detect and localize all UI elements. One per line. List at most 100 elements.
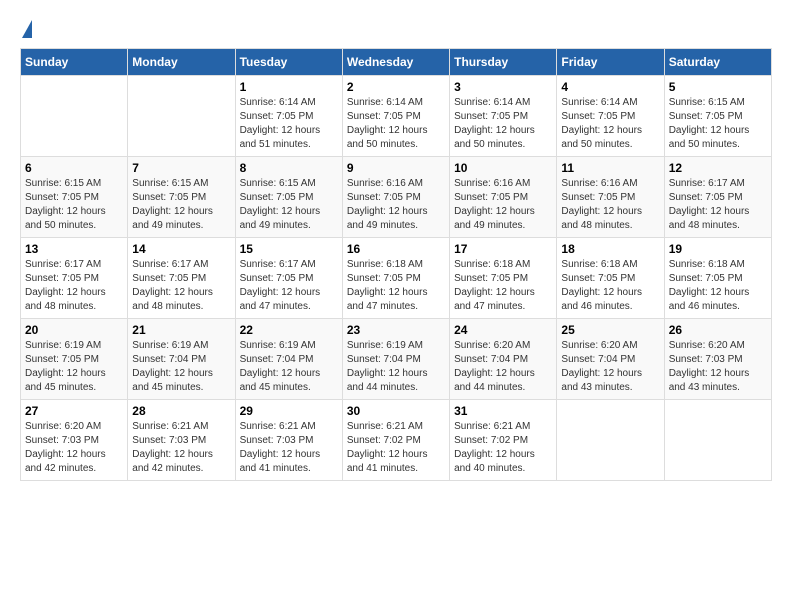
- day-number: 20: [25, 323, 123, 337]
- calendar-cell: 13Sunrise: 6:17 AMSunset: 7:05 PMDayligh…: [21, 238, 128, 319]
- day-info: Sunrise: 6:19 AMSunset: 7:05 PMDaylight:…: [25, 339, 123, 395]
- day-number: 28: [132, 404, 230, 418]
- calendar-table: SundayMondayTuesdayWednesdayThursdayFrid…: [20, 48, 772, 481]
- calendar-cell: 6 Sunrise: 6:15 AMSunset: 7:05 PMDaylight…: [21, 157, 128, 238]
- calendar-cell: 4Sunrise: 6:14 AMSunset: 7:05 PMDaylight…: [557, 76, 664, 157]
- day-number: 18: [561, 242, 659, 256]
- calendar-cell: 12Sunrise: 6:17 AMSunset: 7:05 PMDayligh…: [664, 157, 771, 238]
- calendar-cell: 2 Sunrise: 6:14 AMSunset: 7:05 PMDaylight…: [342, 76, 449, 157]
- day-number: 3: [454, 80, 552, 94]
- day-info: Sunrise: 6:19 AMSunset: 7:04 PMDaylight:…: [347, 339, 445, 395]
- day-info: Sunrise: 6:17 AMSunset: 7:05 PMDaylight:…: [132, 258, 230, 314]
- weekday-header: Tuesday: [235, 49, 342, 76]
- day-info: Sunrise: 6:21 AMSunset: 7:03 PMDaylight:…: [132, 420, 230, 476]
- day-number: 11: [561, 161, 659, 175]
- day-info: Sunrise: 6:21 AMSunset: 7:02 PMDaylight:…: [347, 420, 445, 476]
- calendar-cell: 16 Sunrise: 6:18 AMSunset: 7:05 PMDayligh…: [342, 238, 449, 319]
- day-number: 26: [669, 323, 767, 337]
- day-info: Sunrise: 6:17 AMSunset: 7:05 PMDaylight:…: [240, 258, 338, 314]
- calendar-cell: [128, 76, 235, 157]
- day-number: 2: [347, 80, 445, 94]
- calendar-cell: 15 Sunrise: 6:17 AMSunset: 7:05 PMDayligh…: [235, 238, 342, 319]
- calendar-cell: 24 Sunrise: 6:20 AMSunset: 7:04 PMDayligh…: [450, 319, 557, 400]
- day-number: 5: [669, 80, 767, 94]
- calendar-cell: 14 Sunrise: 6:17 AMSunset: 7:05 PMDayligh…: [128, 238, 235, 319]
- calendar-week-row: 13Sunrise: 6:17 AMSunset: 7:05 PMDayligh…: [21, 238, 772, 319]
- calendar-cell: 25 Sunrise: 6:20 AMSunset: 7:04 PMDayligh…: [557, 319, 664, 400]
- day-number: 16: [347, 242, 445, 256]
- weekday-header: Thursday: [450, 49, 557, 76]
- day-info: Sunrise: 6:20 AMSunset: 7:04 PMDaylight:…: [561, 339, 659, 395]
- day-info: Sunrise: 6:20 AMSunset: 7:04 PMDaylight:…: [454, 339, 552, 395]
- day-info: Sunrise: 6:18 AMSunset: 7:05 PMDaylight:…: [347, 258, 445, 314]
- day-info: Sunrise: 6:15 AMSunset: 7:05 PMDaylight:…: [240, 177, 338, 233]
- day-number: 23: [347, 323, 445, 337]
- calendar-cell: 7 Sunrise: 6:15 AMSunset: 7:05 PMDaylight…: [128, 157, 235, 238]
- day-number: 25: [561, 323, 659, 337]
- day-number: 24: [454, 323, 552, 337]
- day-info: Sunrise: 6:14 AMSunset: 7:05 PMDaylight:…: [240, 96, 338, 152]
- calendar-cell: 8 Sunrise: 6:15 AMSunset: 7:05 PMDaylight…: [235, 157, 342, 238]
- calendar-cell: 31 Sunrise: 6:21 AMSunset: 7:02 PMDayligh…: [450, 400, 557, 481]
- calendar-cell: 1 Sunrise: 6:14 AMSunset: 7:05 PMDaylight…: [235, 76, 342, 157]
- day-number: 19: [669, 242, 767, 256]
- day-number: 10: [454, 161, 552, 175]
- day-info: Sunrise: 6:20 AMSunset: 7:03 PMDaylight:…: [25, 420, 123, 476]
- calendar-week-row: 1 Sunrise: 6:14 AMSunset: 7:05 PMDaylight…: [21, 76, 772, 157]
- calendar-cell: 22Sunrise: 6:19 AMSunset: 7:04 PMDayligh…: [235, 319, 342, 400]
- calendar-week-row: 6 Sunrise: 6:15 AMSunset: 7:05 PMDaylight…: [21, 157, 772, 238]
- day-info: Sunrise: 6:21 AMSunset: 7:03 PMDaylight:…: [240, 420, 338, 476]
- day-info: Sunrise: 6:19 AMSunset: 7:04 PMDaylight:…: [132, 339, 230, 395]
- calendar-cell: 3 Sunrise: 6:14 AMSunset: 7:05 PMDaylight…: [450, 76, 557, 157]
- day-number: 21: [132, 323, 230, 337]
- day-number: 6: [25, 161, 123, 175]
- calendar-cell: [557, 400, 664, 481]
- day-info: Sunrise: 6:18 AMSunset: 7:05 PMDaylight:…: [669, 258, 767, 314]
- day-number: 4: [561, 80, 659, 94]
- weekday-header: Saturday: [664, 49, 771, 76]
- day-number: 7: [132, 161, 230, 175]
- day-number: 1: [240, 80, 338, 94]
- day-info: Sunrise: 6:15 AMSunset: 7:05 PMDaylight:…: [132, 177, 230, 233]
- calendar-cell: 10 Sunrise: 6:16 AMSunset: 7:05 PMDayligh…: [450, 157, 557, 238]
- calendar-cell: 21 Sunrise: 6:19 AMSunset: 7:04 PMDayligh…: [128, 319, 235, 400]
- day-info: Sunrise: 6:14 AMSunset: 7:05 PMDaylight:…: [347, 96, 445, 152]
- day-number: 17: [454, 242, 552, 256]
- day-number: 29: [240, 404, 338, 418]
- calendar-cell: 23 Sunrise: 6:19 AMSunset: 7:04 PMDayligh…: [342, 319, 449, 400]
- calendar-week-row: 27Sunrise: 6:20 AMSunset: 7:03 PMDayligh…: [21, 400, 772, 481]
- day-info: Sunrise: 6:21 AMSunset: 7:02 PMDaylight:…: [454, 420, 552, 476]
- day-number: 8: [240, 161, 338, 175]
- weekday-header: Friday: [557, 49, 664, 76]
- day-number: 14: [132, 242, 230, 256]
- day-info: Sunrise: 6:17 AMSunset: 7:05 PMDaylight:…: [25, 258, 123, 314]
- calendar-cell: 11 Sunrise: 6:16 AMSunset: 7:05 PMDayligh…: [557, 157, 664, 238]
- calendar-cell: 26Sunrise: 6:20 AMSunset: 7:03 PMDayligh…: [664, 319, 771, 400]
- day-info: Sunrise: 6:15 AMSunset: 7:05 PMDaylight:…: [669, 96, 767, 152]
- calendar-cell: 19 Sunrise: 6:18 AMSunset: 7:05 PMDayligh…: [664, 238, 771, 319]
- logo-triangle-icon: [22, 20, 32, 38]
- day-info: Sunrise: 6:16 AMSunset: 7:05 PMDaylight:…: [454, 177, 552, 233]
- calendar-cell: [664, 400, 771, 481]
- calendar-cell: 27Sunrise: 6:20 AMSunset: 7:03 PMDayligh…: [21, 400, 128, 481]
- day-number: 30: [347, 404, 445, 418]
- calendar-cell: 20 Sunrise: 6:19 AMSunset: 7:05 PMDayligh…: [21, 319, 128, 400]
- calendar-cell: 18 Sunrise: 6:18 AMSunset: 7:05 PMDayligh…: [557, 238, 664, 319]
- day-info: Sunrise: 6:16 AMSunset: 7:05 PMDaylight:…: [561, 177, 659, 233]
- day-info: Sunrise: 6:14 AMSunset: 7:05 PMDaylight:…: [454, 96, 552, 152]
- day-number: 22: [240, 323, 338, 337]
- day-number: 9: [347, 161, 445, 175]
- weekday-header: Wednesday: [342, 49, 449, 76]
- calendar-cell: [21, 76, 128, 157]
- day-number: 12: [669, 161, 767, 175]
- calendar-cell: 17Sunrise: 6:18 AMSunset: 7:05 PMDayligh…: [450, 238, 557, 319]
- weekday-header: Sunday: [21, 49, 128, 76]
- calendar-cell: 9Sunrise: 6:16 AMSunset: 7:05 PMDaylight…: [342, 157, 449, 238]
- calendar-cell: 29 Sunrise: 6:21 AMSunset: 7:03 PMDayligh…: [235, 400, 342, 481]
- calendar-cell: 5 Sunrise: 6:15 AMSunset: 7:05 PMDaylight…: [664, 76, 771, 157]
- day-number: 31: [454, 404, 552, 418]
- day-info: Sunrise: 6:15 AMSunset: 7:05 PMDaylight:…: [25, 177, 123, 233]
- calendar-cell: 28 Sunrise: 6:21 AMSunset: 7:03 PMDayligh…: [128, 400, 235, 481]
- day-number: 15: [240, 242, 338, 256]
- day-info: Sunrise: 6:18 AMSunset: 7:05 PMDaylight:…: [561, 258, 659, 314]
